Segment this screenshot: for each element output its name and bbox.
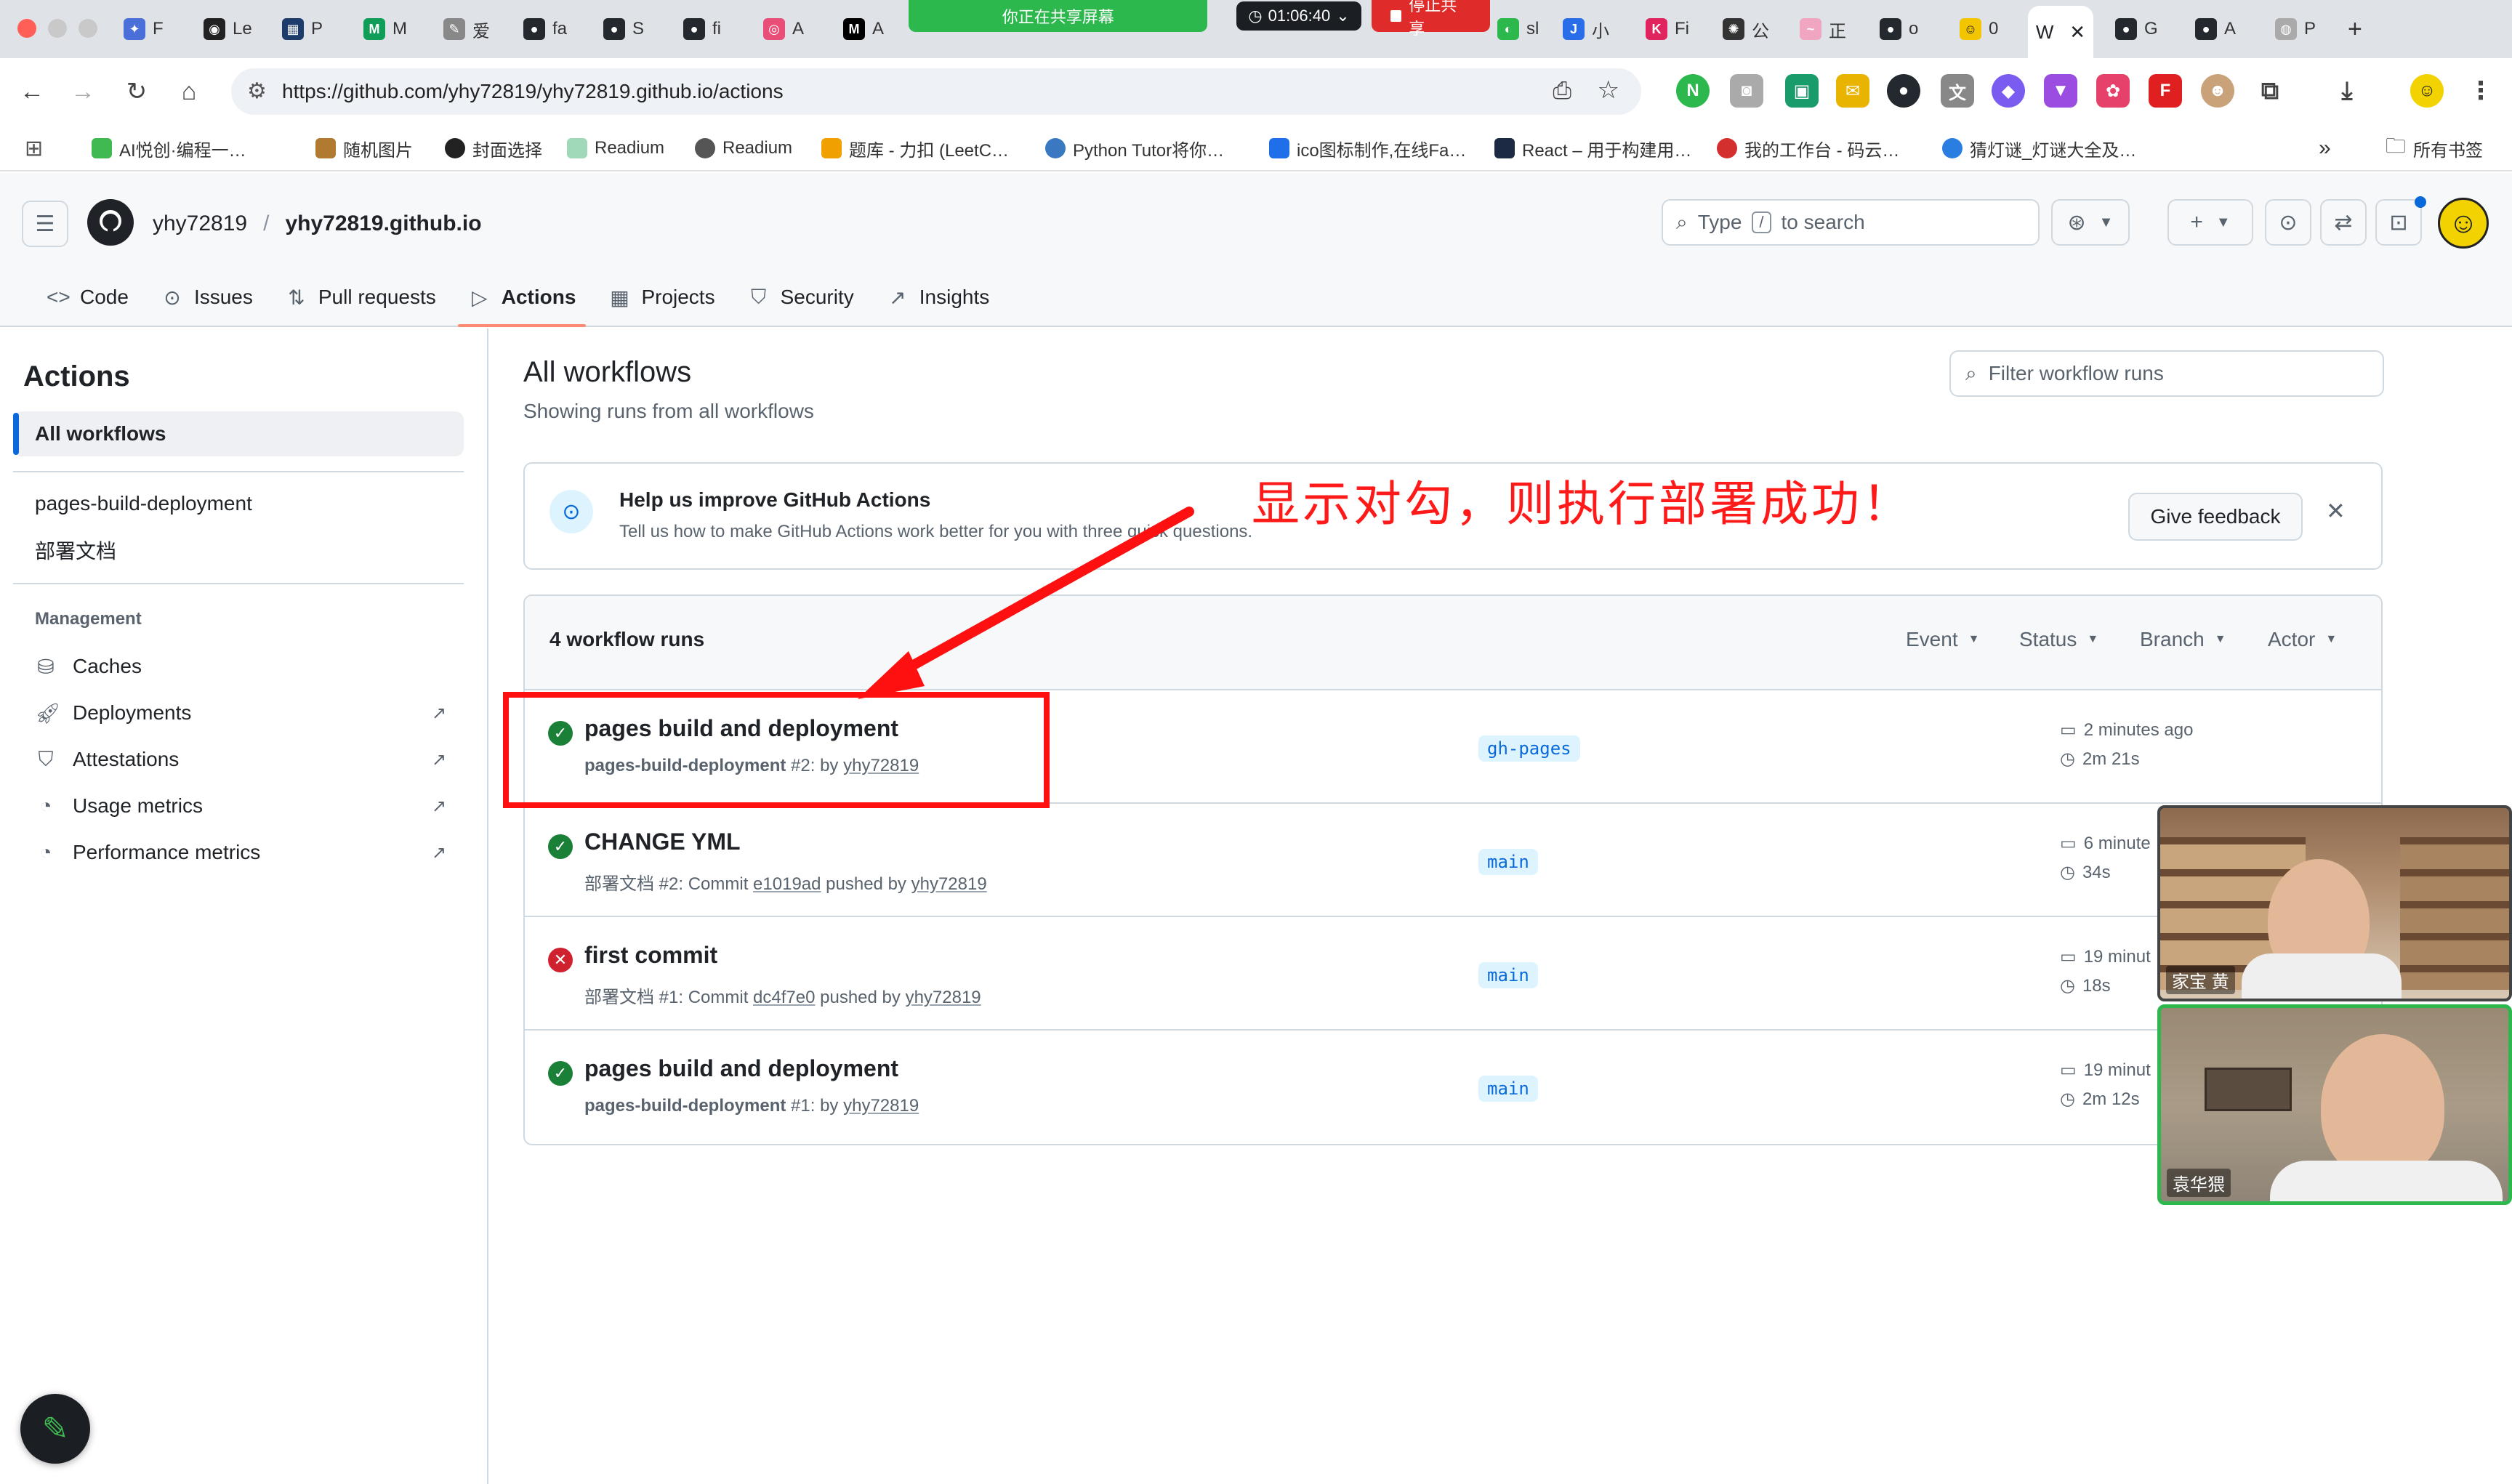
wall-picture-image xyxy=(2205,1068,2292,1111)
participant-face xyxy=(2321,1034,2444,1179)
bookshelf-image xyxy=(2400,837,2509,990)
video-tile[interactable]: 家宝 黄 xyxy=(2157,805,2512,1001)
annotation-arrow xyxy=(858,507,1194,699)
annotation-text: 显示对勾，则执行部署成功！ xyxy=(1252,477,1913,531)
video-tile-active-speaker[interactable]: 袁华猥 xyxy=(2157,1004,2512,1205)
participant-body xyxy=(2242,953,2402,999)
participant-name: 袁华猥 xyxy=(2167,1169,2231,1197)
participant-name: 家宝 黄 xyxy=(2166,966,2235,994)
participant-body xyxy=(2270,1161,2503,1201)
